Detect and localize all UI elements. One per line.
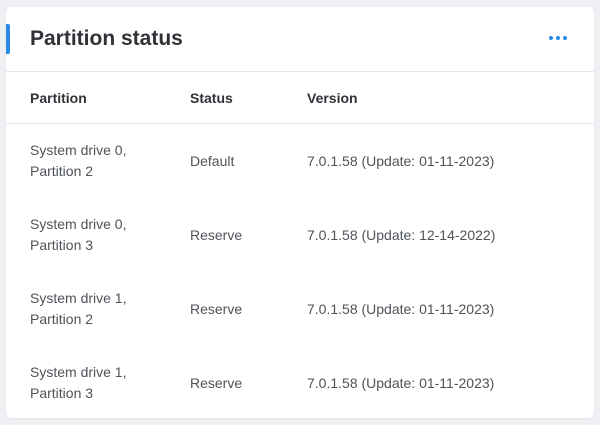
partition-number: Partition 2	[30, 311, 94, 327]
partition-number: Partition 3	[30, 237, 94, 253]
partition-number: Partition 2	[30, 163, 94, 179]
status-cell: Reserve	[190, 374, 243, 391]
status-cell: Reserve	[190, 300, 243, 317]
table-row: System drive 1, Partition 3 Reserve 7.0.…	[6, 346, 594, 418]
table-row: System drive 1, Partition 2 Reserve 7.0.…	[6, 272, 594, 346]
more-options-icon[interactable]	[546, 29, 570, 47]
table-header-row: Partition Status Version	[6, 72, 594, 124]
table-row: System drive 0, Partition 3 Reserve 7.0.…	[6, 198, 594, 272]
partition-table: Partition Status Version System drive 0,…	[6, 72, 594, 418]
partition-cell: System drive 0, Partition 3	[6, 198, 190, 272]
partition-cell: System drive 1, Partition 2	[6, 272, 190, 346]
status-cell: Reserve	[190, 226, 243, 243]
version-cell: 7.0.1.58 (Update: 01-11-2023)	[307, 374, 495, 391]
more-dot	[549, 36, 553, 40]
partition-drive: System drive 1,	[30, 290, 127, 306]
more-dot	[563, 36, 567, 40]
version-cell: 7.0.1.58 (Update: 01-11-2023)	[307, 152, 495, 169]
partition-cell: System drive 0, Partition 2	[6, 124, 190, 199]
partition-number: Partition 3	[30, 385, 94, 401]
column-header-partition: Partition	[6, 72, 190, 124]
version-cell: 7.0.1.58 (Update: 01-11-2023)	[307, 300, 495, 317]
column-header-version: Version	[307, 72, 594, 124]
accent-bar	[6, 24, 10, 54]
partition-drive: System drive 0,	[30, 216, 127, 232]
status-cell: Default	[190, 152, 235, 169]
more-dot	[556, 36, 560, 40]
partition-status-card: Partition status Partition Status Versio…	[6, 7, 594, 418]
partition-drive: System drive 0,	[30, 142, 127, 158]
card-title: Partition status	[30, 27, 183, 50]
version-cell: 7.0.1.58 (Update: 12-14-2022)	[307, 226, 496, 243]
card-header: Partition status	[6, 7, 594, 72]
column-header-status: Status	[190, 72, 307, 124]
partition-drive: System drive 1,	[30, 364, 127, 380]
table-row: System drive 0, Partition 2 Default 7.0.…	[6, 124, 594, 199]
partition-cell: System drive 1, Partition 3	[6, 346, 190, 418]
